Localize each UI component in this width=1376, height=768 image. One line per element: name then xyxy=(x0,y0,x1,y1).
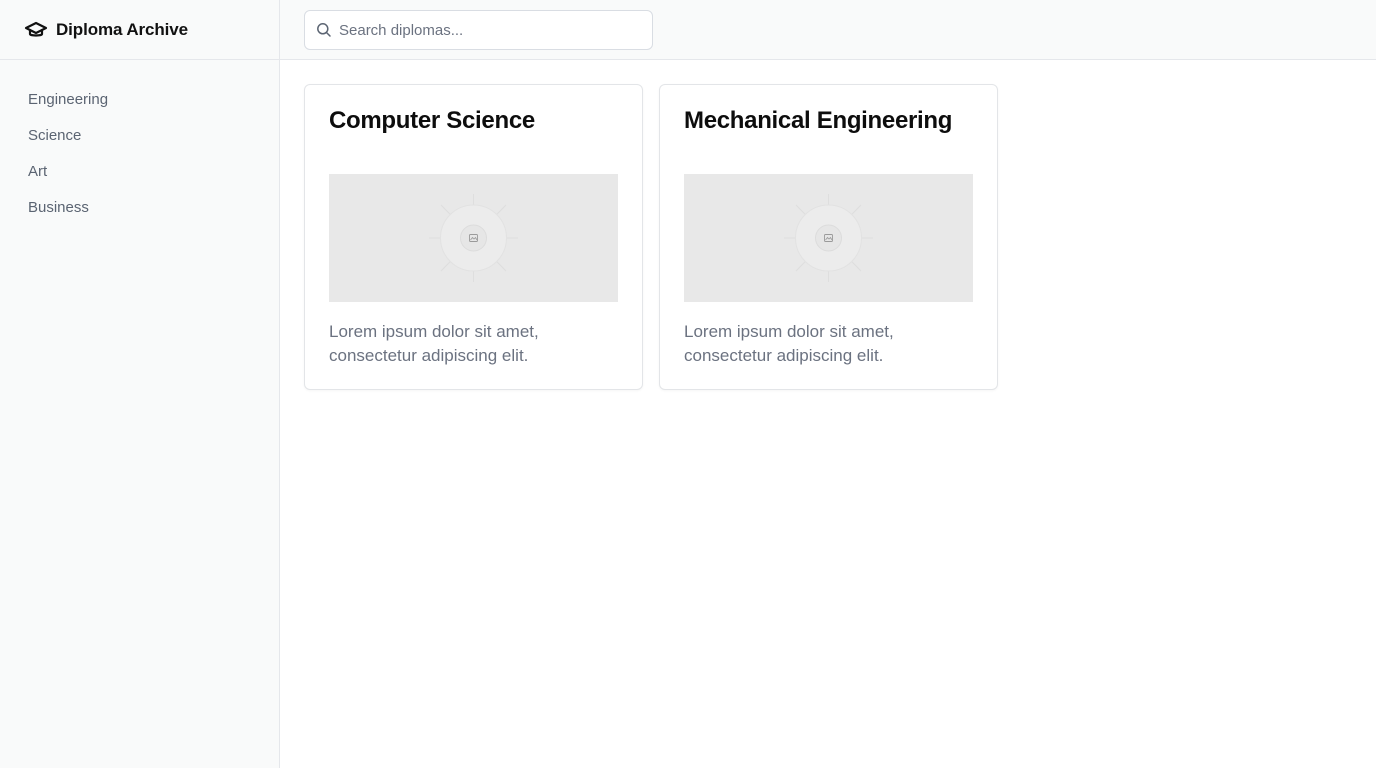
image-placeholder-icon xyxy=(784,194,873,282)
diploma-card[interactable]: Computer Science Lorem ipsum dolor sit a… xyxy=(304,84,643,390)
sidebar: Diploma Archive Engineering Science Art … xyxy=(0,0,280,768)
graduation-cap-icon xyxy=(24,18,48,42)
card-image-placeholder xyxy=(684,174,973,302)
topbar xyxy=(280,0,1376,60)
diploma-grid: Computer Science Lorem ipsum dolor sit a… xyxy=(304,84,998,390)
diploma-card[interactable]: Mechanical Engineering Lorem ipsum dolor… xyxy=(659,84,998,390)
card-title: Computer Science xyxy=(329,107,535,134)
image-placeholder-icon xyxy=(429,194,518,282)
brand[interactable]: Diploma Archive xyxy=(0,0,279,60)
sidebar-item-business[interactable]: Business xyxy=(0,190,279,226)
card-title: Mechanical Engineering xyxy=(684,107,953,134)
app-title: Diploma Archive xyxy=(56,19,189,39)
sidebar-item-science[interactable]: Science xyxy=(0,118,279,154)
card-image-placeholder xyxy=(329,174,618,302)
category-nav: Engineering Science Art Business xyxy=(0,60,279,226)
search-input[interactable] xyxy=(339,21,629,39)
sidebar-item-engineering[interactable]: Engineering xyxy=(0,82,279,118)
sidebar-item-art[interactable]: Art xyxy=(0,154,279,190)
search-icon xyxy=(316,22,332,38)
search-box[interactable] xyxy=(304,10,653,50)
card-description: Lorem ipsum dolor sit amet, consectetur … xyxy=(684,322,894,365)
card-description: Lorem ipsum dolor sit amet, consectetur … xyxy=(329,322,539,365)
